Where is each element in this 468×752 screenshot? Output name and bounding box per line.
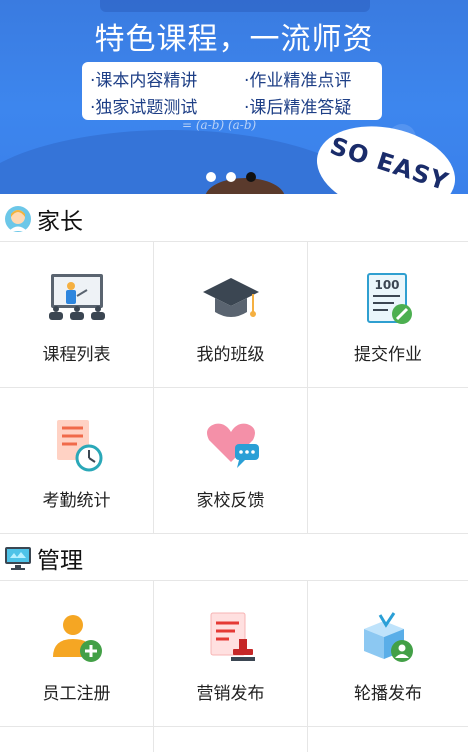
menu-item-attendance[interactable]: 考勤统计 [0, 388, 154, 534]
menu-item-label: 家校反馈 [196, 491, 265, 511]
menu-item-carousel-publish[interactable]: 轮播发布 [308, 581, 468, 727]
marketing-stamp-icon [201, 611, 261, 667]
menu-item-label: 提交作业 [354, 345, 422, 365]
add-user-icon [47, 611, 107, 667]
parent-avatar-icon [4, 205, 32, 233]
menu-item-home-school-feedback[interactable]: 家校反馈 [154, 388, 308, 534]
menu-item-label: 考勤统计 [42, 491, 111, 511]
menu-item-my-class[interactable]: 我的班级 [154, 242, 308, 388]
menu-item-partial [0, 727, 154, 752]
menu-item-empty [308, 388, 468, 534]
banner-top-strip [100, 0, 370, 12]
menu-item-staff-registration[interactable]: 员工注册 [0, 581, 154, 727]
menu-item-label: 课程列表 [42, 345, 111, 365]
carousel-indicators [206, 172, 256, 182]
promo-banner[interactable]: 特色课程，一流师资 ·课本内容精讲 ·作业精准点评 ·独家试题测试 ·课后精准答… [0, 0, 468, 194]
carousel-box-user-icon [358, 611, 418, 667]
banner-feature: ·独家试题测试 [90, 98, 198, 118]
heart-chat-icon [201, 418, 261, 474]
graduation-cap-icon [201, 272, 261, 328]
section-title: 家长 [37, 208, 83, 235]
menu-item-label: 员工注册 [42, 684, 111, 704]
attendance-clock-icon [47, 418, 107, 474]
monitor-icon [4, 544, 32, 572]
classroom-teacher-icon [47, 272, 107, 328]
banner-feature: ·作业精准点评 [244, 71, 352, 91]
menu-item-course-list[interactable]: 课程列表 [0, 242, 154, 388]
menu-item-marketing-publish[interactable]: 营销发布 [154, 581, 308, 727]
section-title: 管理 [37, 547, 83, 574]
section-header-parent: 家长 [0, 196, 468, 242]
svg-text:100: 100 [374, 278, 399, 292]
banner-headline: 特色课程，一流师资 [94, 22, 374, 57]
banner-feature-card: ·课本内容精讲 ·作业精准点评 ·独家试题测试 ·课后精准答疑 [82, 62, 382, 120]
banner-feature: ·课后精准答疑 [244, 98, 352, 118]
carousel-dot[interactable] [206, 172, 216, 182]
menu-item-submit-homework[interactable]: 100 提交作业 [308, 242, 468, 388]
menu-item-label: 我的班级 [196, 345, 265, 365]
menu-item-partial [154, 727, 308, 752]
menu-item-label: 轮播发布 [354, 684, 422, 704]
menu-item-label: 营销发布 [196, 684, 265, 704]
section-header-management: 管理 [0, 535, 468, 581]
carousel-dot-active[interactable] [246, 172, 256, 182]
carousel-dot[interactable] [226, 172, 236, 182]
homework-score-icon: 100 [358, 272, 418, 328]
banner-feature: ·课本内容精讲 [90, 71, 198, 91]
